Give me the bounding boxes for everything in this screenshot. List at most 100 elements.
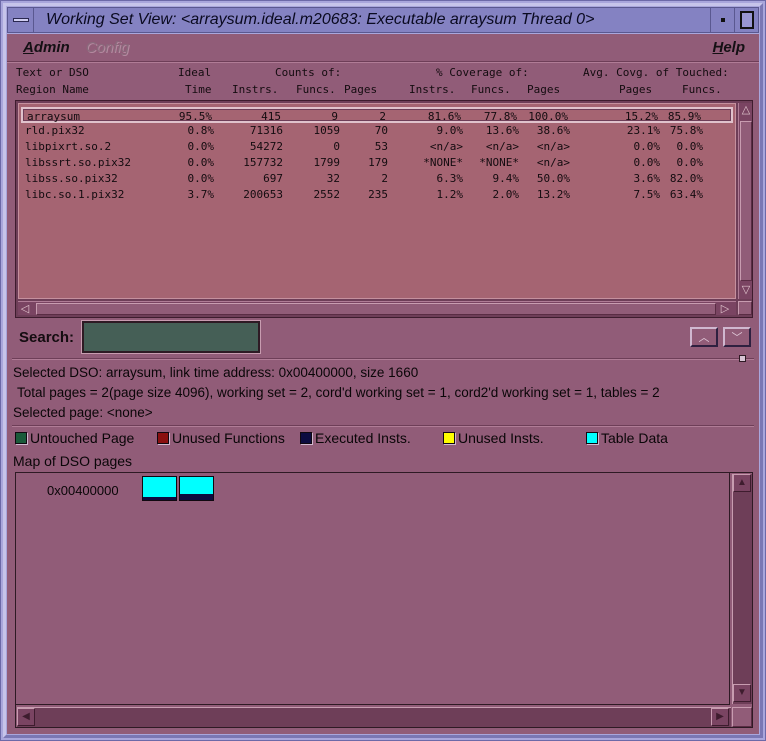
scroll-right-icon[interactable]: ▷ xyxy=(718,302,732,316)
cell-funcs: 2552 xyxy=(313,188,341,201)
header-coverage: % Coverage of: xyxy=(436,66,529,79)
cell-instrs: 71316 xyxy=(249,124,283,137)
map-canvas[interactable]: 0x00400000 xyxy=(16,473,730,705)
cell-time: 95.5% xyxy=(178,110,212,123)
cell-time: 0.8% xyxy=(187,124,215,137)
map-horizontal-scrollbar[interactable]: ◀ ▶ xyxy=(17,707,731,727)
cell-pages: 2 xyxy=(379,110,386,123)
cell-cov-instrs: 1.2% xyxy=(436,188,464,201)
scroll-corner xyxy=(738,301,752,315)
table-row[interactable]: rld.pix32 0.8% 71316 1059 70 9.0% 13.6% 38.6% 23… xyxy=(19,123,735,139)
divider xyxy=(12,358,754,360)
cell-avg-funcs: 82.0% xyxy=(669,172,703,185)
title-bar[interactable]: Working Set View: <arraysum.ideal.m20683… xyxy=(7,7,759,33)
map-scroll-down-icon[interactable]: ▼ xyxy=(733,684,751,702)
dso-page-map: 0x00400000 ▲ ▼ ◀ ▶ xyxy=(15,472,753,728)
cell-funcs: 1799 xyxy=(313,156,341,169)
table-row[interactable]: libpixrt.so.2 0.0% 54272 0 53 <n/a> <n/a> <n/a>… xyxy=(19,139,735,155)
swatch-icon xyxy=(443,432,455,444)
table-vertical-scrollbar[interactable]: △ ▽ xyxy=(738,103,752,299)
header-counts: Counts of: xyxy=(275,66,342,79)
menu-admin-label: Admin xyxy=(23,39,70,56)
table-hscroll-thumb[interactable] xyxy=(36,303,716,315)
scroll-up-icon[interactable]: △ xyxy=(739,103,753,117)
menu-bar: Admin Config Help xyxy=(7,34,759,62)
search-down-button[interactable]: ﹀ xyxy=(723,327,751,347)
cell-funcs: 1059 xyxy=(313,124,341,137)
cell-cov-instrs: *NONE* xyxy=(423,156,463,169)
cell-pages: 2 xyxy=(381,172,388,185)
table-horizontal-scrollbar[interactable]: ◁ ▷ xyxy=(18,301,736,315)
cell-cov-pages: <n/a> xyxy=(536,140,570,153)
window-menu-icon[interactable] xyxy=(8,8,34,32)
swatch-icon xyxy=(300,432,312,444)
menu-help[interactable]: Help xyxy=(696,39,759,56)
header-pages: Pages xyxy=(344,83,378,96)
header-cov-instrs: Instrs. xyxy=(409,83,456,96)
header-ideal: Ideal xyxy=(178,66,212,79)
header-avg: Avg. Covg. of Touched: xyxy=(583,66,729,79)
cell-avg-pages: 0.0% xyxy=(633,140,661,153)
map-scroll-up-icon[interactable]: ▲ xyxy=(733,474,751,492)
menu-config-label: Config xyxy=(85,39,130,56)
table-row[interactable]: libss.so.pix32 0.0% 697 32 2 6.3% 9.4% 50.0% 3.6… xyxy=(19,171,735,187)
map-scroll-left-icon[interactable]: ◀ xyxy=(17,708,35,726)
swatch-icon xyxy=(15,432,27,444)
cell-name: arraysum xyxy=(27,110,80,123)
total-pages-info: Total pages = 2(page size 4096), working… xyxy=(17,385,660,400)
legend-label: Table Data xyxy=(601,430,668,446)
legend-table-data: Table Data xyxy=(586,430,668,446)
map-scroll-right-icon[interactable]: ▶ xyxy=(711,708,729,726)
map-scroll-corner xyxy=(732,707,752,727)
cell-avg-pages: 15.2% xyxy=(624,110,658,123)
cell-name: rld.pix32 xyxy=(25,124,85,137)
cell-instrs: 157732 xyxy=(243,156,283,169)
table-row[interactable]: libssrt.so.pix32 0.0% 157732 1799 179 *NONE* *… xyxy=(19,155,735,171)
executed-portion xyxy=(180,494,213,500)
cell-cov-instrs: 81.6% xyxy=(427,110,461,123)
cell-instrs: 415 xyxy=(261,110,281,123)
executed-portion xyxy=(143,497,176,500)
cell-instrs: 200653 xyxy=(243,188,283,201)
cell-avg-pages: 7.5% xyxy=(633,188,661,201)
cell-cov-funcs: 77.8% xyxy=(483,110,517,123)
header-avg-funcs: Funcs. xyxy=(682,83,722,96)
cell-funcs: 0 xyxy=(333,140,340,153)
pane-resize-handle[interactable] xyxy=(739,355,746,362)
dso-table-body[interactable]: arraysum 95.5% 415 9 2 81.6% 77.8% 100.0% 15.2% 8… xyxy=(18,103,736,299)
maximize-icon[interactable] xyxy=(734,8,758,32)
legend: Untouched Page Unused Functions Executed… xyxy=(13,430,753,448)
cell-cov-funcs: 9.4% xyxy=(492,172,520,185)
header-name-1: Text or DSO xyxy=(16,66,89,79)
chevron-down-icon: ﹀ xyxy=(731,332,743,344)
map-vertical-scrollbar[interactable]: ▲ ▼ xyxy=(732,474,752,704)
cell-cov-pages: 13.2% xyxy=(536,188,570,201)
cell-cov-funcs: 13.6% xyxy=(485,124,519,137)
dso-page-block[interactable] xyxy=(179,476,214,501)
table-vscroll-thumb[interactable] xyxy=(740,121,752,281)
cell-pages: 235 xyxy=(368,188,388,201)
menu-admin[interactable]: Admin xyxy=(7,39,70,56)
cell-avg-funcs: 75.8% xyxy=(669,124,703,137)
cell-avg-pages: 23.1% xyxy=(626,124,660,137)
cell-cov-pages: 50.0% xyxy=(536,172,570,185)
search-label: Search: xyxy=(19,329,75,346)
menu-help-label: Help xyxy=(712,39,745,56)
cell-cov-instrs: <n/a> xyxy=(429,140,463,153)
divider xyxy=(12,425,754,427)
scroll-left-icon[interactable]: ◁ xyxy=(18,302,32,316)
cell-avg-pages: 0.0% xyxy=(633,156,661,169)
cell-cov-funcs: *NONE* xyxy=(479,156,519,169)
cell-pages: 70 xyxy=(374,124,388,137)
legend-label: Executed Insts. xyxy=(315,430,411,446)
table-row[interactable]: libc.so.1.pix32 3.7% 200653 2552 235 1.2% 2.0%… xyxy=(19,187,735,203)
legend-unused-insts: Unused Insts. xyxy=(443,430,544,446)
table-row[interactable]: arraysum 95.5% 415 9 2 81.6% 77.8% 100.0% 15.2% 8… xyxy=(21,107,733,123)
legend-executed-insts: Executed Insts. xyxy=(300,430,411,446)
dso-page-block[interactable] xyxy=(142,476,177,501)
search-up-button[interactable]: ︿ xyxy=(690,327,718,347)
scroll-down-icon[interactable]: ▽ xyxy=(739,283,753,297)
search-input[interactable] xyxy=(82,321,260,353)
minimize-icon[interactable] xyxy=(710,8,734,32)
selected-dso-info: Selected DSO: arraysum, link time addres… xyxy=(13,365,419,380)
